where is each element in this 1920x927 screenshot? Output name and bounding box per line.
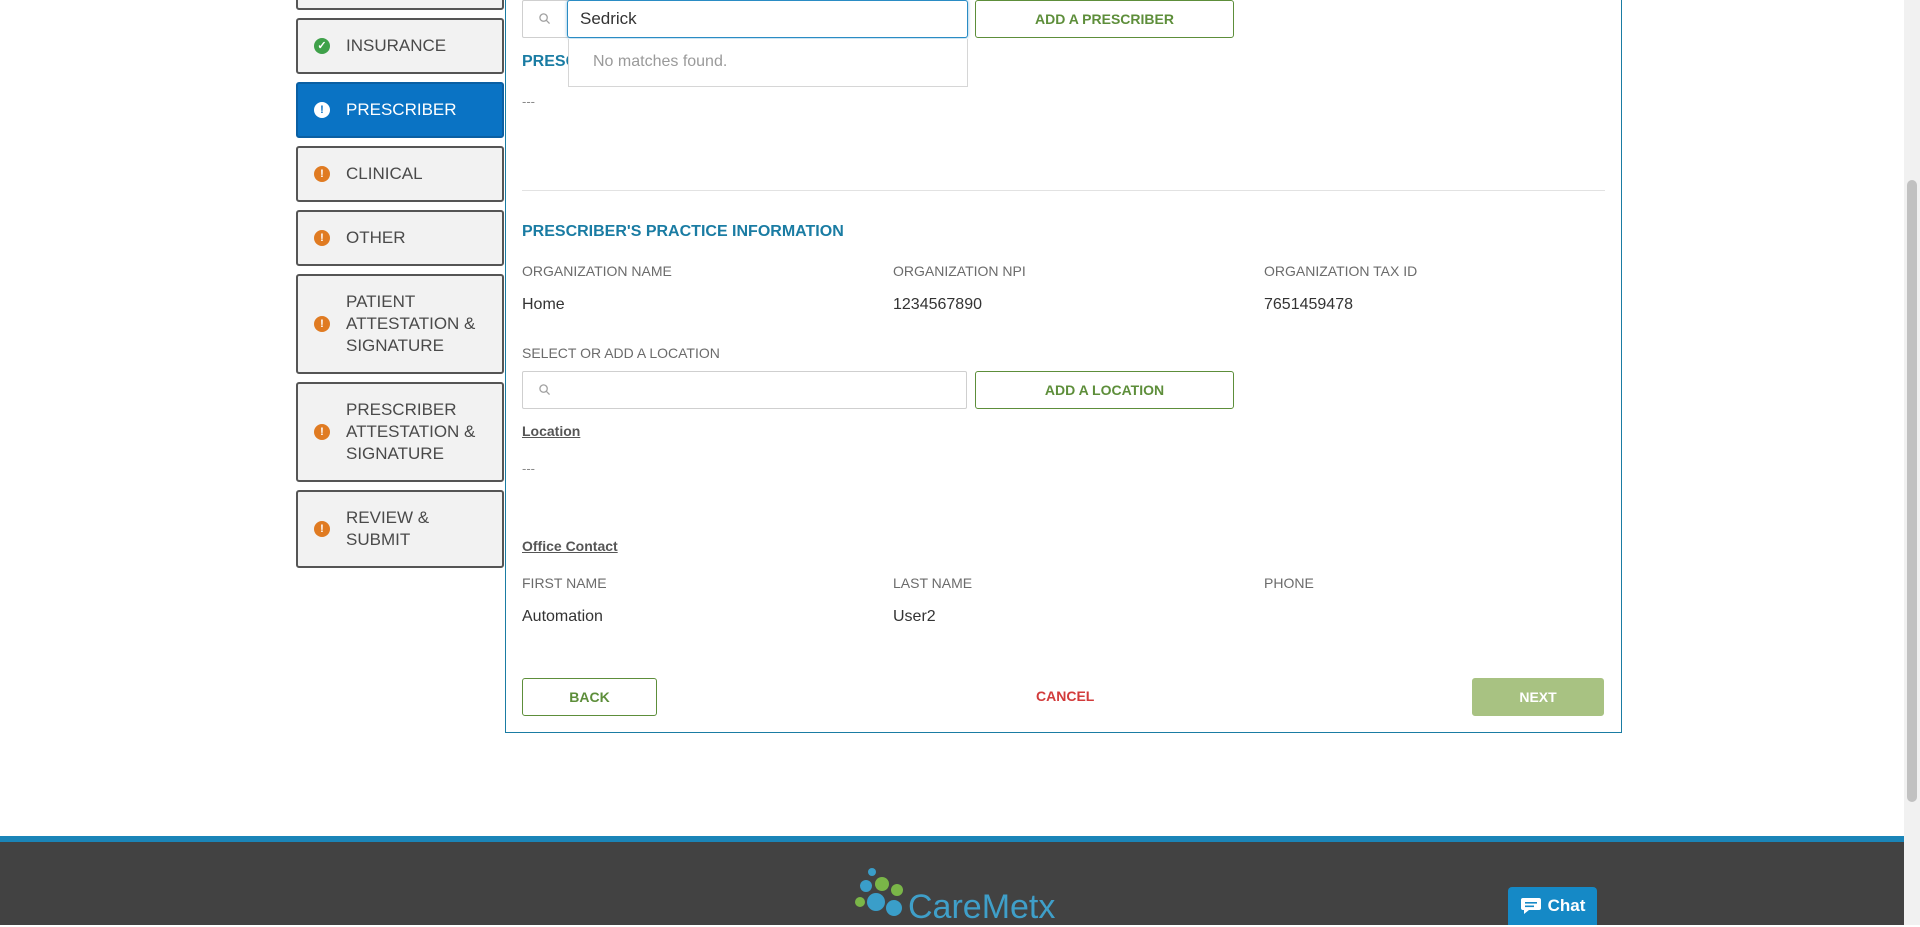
- sidebar-item-label: CLINICAL: [346, 164, 423, 183]
- sidebar-item-label: OTHER: [346, 228, 406, 247]
- org-name-value: Home: [522, 296, 565, 313]
- sidebar-item-patient-attestation[interactable]: ! PATIENT ATTESTATION & SIGNATURE: [296, 274, 504, 374]
- prescriber-empty-value: ---: [522, 94, 535, 109]
- location-heading: Location: [522, 423, 581, 439]
- sidebar-item-prescriber-attestation[interactable]: ! PRESCRIBER ATTESTATION & SIGNATURE: [296, 382, 504, 482]
- sidebar-item-label: PATIENT ATTESTATION & SIGNATURE: [346, 291, 487, 357]
- first-name-value: Automation: [522, 608, 603, 625]
- location-select-label: SELECT OR ADD A LOCATION: [522, 345, 720, 361]
- chat-button[interactable]: Chat: [1508, 887, 1597, 925]
- practice-info-title: PRESCRIBER'S PRACTICE INFORMATION: [522, 223, 844, 240]
- label-line: PATIENT: [346, 292, 416, 311]
- label-line: SUBMIT: [346, 530, 411, 549]
- label-line: PRESCRIBER: [346, 400, 457, 419]
- alert-icon: !: [314, 521, 330, 537]
- sidebar-item-clinical[interactable]: ! CLINICAL: [296, 146, 504, 202]
- prescriber-search-input[interactable]: [567, 0, 968, 38]
- office-contact-heading: Office Contact: [522, 538, 618, 554]
- label-line: ATTESTATION &: [346, 314, 476, 333]
- section-divider: [522, 190, 1605, 191]
- search-icon: [539, 13, 550, 24]
- logo-text: CareMetx: [908, 888, 1056, 926]
- last-name-label: LAST NAME: [893, 575, 973, 591]
- label-line: REVIEW &: [346, 508, 430, 527]
- label-line: ATTESTATION &: [346, 422, 476, 441]
- sidebar-item-insurance[interactable]: ✓ INSURANCE: [296, 18, 504, 74]
- location-empty-value: ---: [522, 461, 535, 476]
- sidebar-item-label: PRESCRIBER: [346, 100, 457, 119]
- prescriber-panel: ADD A PRESCRIBER PRESC No matches found.…: [505, 0, 1622, 733]
- chat-bubble-icon: [1520, 898, 1541, 914]
- next-button[interactable]: NEXT: [1472, 678, 1604, 716]
- alert-icon: !: [314, 102, 330, 118]
- alert-icon: !: [314, 166, 330, 182]
- sidebar-item-review-submit[interactable]: ! REVIEW & SUBMIT: [296, 490, 504, 568]
- sidebar-item-other[interactable]: ! OTHER: [296, 210, 504, 266]
- label-line: SIGNATURE: [346, 336, 444, 355]
- first-name-label: FIRST NAME: [522, 575, 607, 591]
- org-npi-value: 1234567890: [893, 296, 982, 313]
- sidebar-item-label: PRESCRIBER ATTESTATION & SIGNATURE: [346, 399, 487, 465]
- sidebar-item-label: INSURANCE: [346, 36, 447, 55]
- location-search-input[interactable]: [522, 371, 967, 409]
- sidebar-item-previous[interactable]: [296, 0, 504, 10]
- org-name-label: ORGANIZATION NAME: [522, 263, 672, 279]
- chat-label: Chat: [1547, 896, 1586, 915]
- search-icon: [539, 384, 550, 395]
- alert-icon: !: [314, 424, 330, 440]
- back-button[interactable]: BACK: [522, 678, 657, 716]
- search-results-dropdown: No matches found.: [568, 39, 968, 87]
- org-tax-id-label: ORGANIZATION TAX ID: [1264, 263, 1418, 279]
- org-tax-id-value: 7651459478: [1264, 296, 1353, 313]
- alert-icon: !: [314, 316, 330, 332]
- add-prescriber-button[interactable]: ADD A PRESCRIBER: [975, 0, 1234, 38]
- check-icon: ✓: [314, 38, 330, 54]
- last-name-value: User2: [893, 608, 936, 625]
- no-matches-text: No matches found.: [593, 53, 728, 70]
- phone-label: PHONE: [1264, 575, 1314, 591]
- scrollbar-thumb[interactable]: [1907, 180, 1917, 802]
- cancel-link[interactable]: CANCEL: [1036, 688, 1094, 704]
- sidebar-item-label: REVIEW & SUBMIT: [346, 507, 441, 551]
- alert-icon: !: [314, 230, 330, 246]
- label-line: SIGNATURE: [346, 444, 444, 463]
- org-npi-label: ORGANIZATION NPI: [893, 263, 1026, 279]
- sidebar-item-prescriber[interactable]: ! PRESCRIBER: [296, 82, 504, 138]
- add-location-button[interactable]: ADD A LOCATION: [975, 371, 1234, 409]
